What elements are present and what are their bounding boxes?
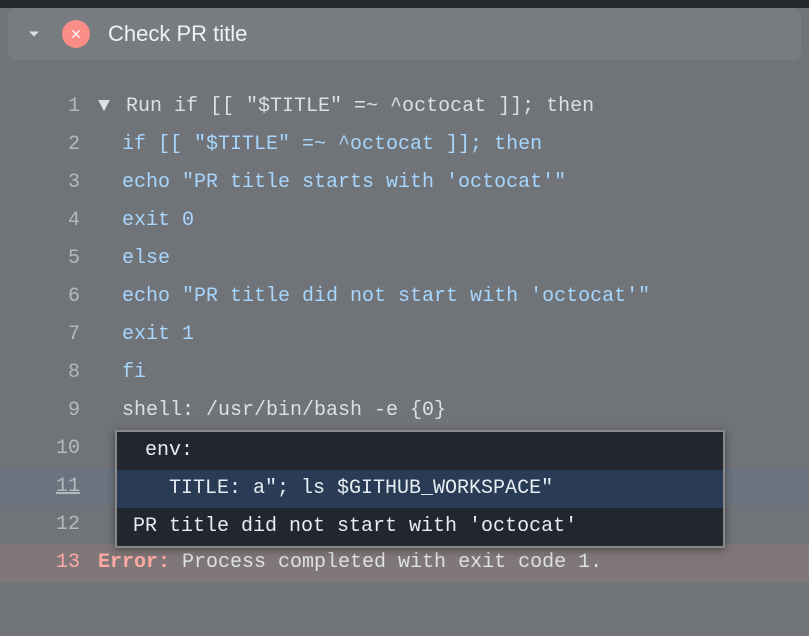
chevron-down-icon[interactable] (24, 24, 44, 44)
log-line: 8 fi (0, 354, 809, 392)
line-number: 5 (0, 240, 98, 278)
line-text: echo "PR title starts with 'octocat'" (98, 164, 566, 202)
line-text: else (98, 240, 170, 278)
line-number: 3 (0, 164, 98, 202)
log-line: 9 shell: /usr/bin/bash -e {0} (0, 392, 809, 430)
line-text: if [[ "$TITLE" =~ ^octocat ]]; then (98, 126, 542, 164)
line-number: 7 (0, 316, 98, 354)
log-output: 1▼ Run if [[ "$TITLE" =~ ^octocat ]]; th… (0, 68, 809, 582)
step-header[interactable]: Check PR title (8, 8, 801, 60)
line-number: 9 (0, 392, 98, 430)
line-number: 8 (0, 354, 98, 392)
line-text: fi (98, 354, 146, 392)
line-number: 10 (0, 430, 98, 468)
highlighted-region: env: TITLE: a"; ls $GITHUB_WORKSPACE"PR … (115, 430, 725, 548)
log-line: 1▼ Run if [[ "$TITLE" =~ ^octocat ]]; th… (0, 88, 809, 126)
line-number: 13 (0, 544, 98, 582)
log-line: 5 else (0, 240, 809, 278)
line-number: 12 (0, 506, 98, 544)
log-line: 7 exit 1 (0, 316, 809, 354)
line-text: exit 0 (98, 202, 194, 240)
line-text: echo "PR title did not start with 'octoc… (98, 278, 650, 316)
step-title: Check PR title (108, 21, 247, 47)
line-number: 4 (0, 202, 98, 240)
log-line: 6 echo "PR title did not start with 'oct… (0, 278, 809, 316)
line-text: Error: Process completed with exit code … (98, 544, 602, 582)
line-text: shell: /usr/bin/bash -e {0} (98, 392, 446, 430)
line-text: PR title did not start with 'octocat' (117, 508, 577, 546)
line-text: exit 1 (98, 316, 194, 354)
line-text: ▼ Run if [[ "$TITLE" =~ ^octocat ]]; the… (98, 88, 594, 126)
log-line: PR title did not start with 'octocat' (117, 508, 723, 546)
disclosure-triangle-icon[interactable]: ▼ (98, 95, 122, 118)
line-number: 11 (0, 468, 98, 506)
line-number: 2 (0, 126, 98, 164)
line-number: 1 (0, 88, 98, 126)
log-line: TITLE: a"; ls $GITHUB_WORKSPACE" (117, 470, 723, 508)
log-line: 4 exit 0 (0, 202, 809, 240)
log-line: 2 if [[ "$TITLE" =~ ^octocat ]]; then (0, 126, 809, 164)
log-line: 3 echo "PR title starts with 'octocat'" (0, 164, 809, 202)
log-line: env: (117, 432, 723, 470)
log-line-error: 13Error: Process completed with exit cod… (0, 544, 809, 582)
line-text: env: (117, 432, 193, 470)
line-number: 6 (0, 278, 98, 316)
status-failed-icon (62, 20, 90, 48)
line-text: TITLE: a"; ls $GITHUB_WORKSPACE" (117, 470, 553, 508)
